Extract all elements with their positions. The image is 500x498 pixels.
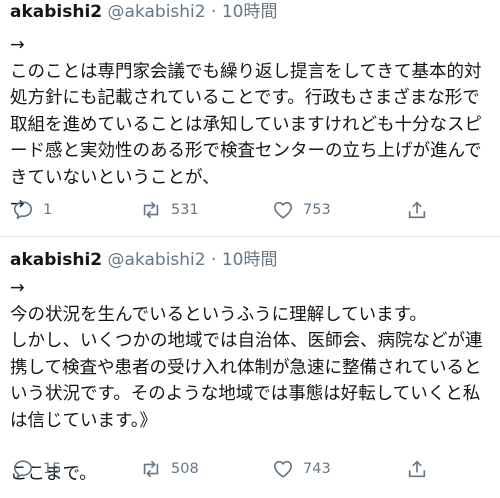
action-bar: 15 508 743 [0,458,500,482]
retweet-count: 508 [171,461,199,477]
action-bar: 1 531 753 [0,199,500,223]
retweet-arrows-icon [140,199,162,221]
timestamp[interactable]: 10時間 [222,2,278,22]
reply-count: 1 [43,202,53,218]
tweet[interactable]: akabishi2 @akabishi2 · 10時間 → このことは専門家会議… [0,0,500,236]
like-button[interactable]: 753 [272,199,331,221]
author-name[interactable]: akabishi2 [10,2,102,22]
reply-bubble-icon [12,458,34,480]
author-name[interactable]: akabishi2 [10,250,102,270]
tweet-text: → このことは専門家会議でも繰り返し提言をしてきて基本的対処方針にも記載されてい… [10,35,482,214]
share-upload-icon [406,458,428,480]
reply-count: 15 [43,461,62,477]
share-upload-icon [406,199,428,221]
tweet[interactable]: akabishi2 @akabishi2 · 10時間 → 今の状況を生んでいる… [0,237,500,498]
retweet-count: 531 [171,202,199,218]
separator-dot: · [211,250,217,270]
retweet-arrows-icon [140,458,162,480]
reply-button[interactable]: 15 [12,458,61,480]
author-handle[interactable]: @akabishi2 [108,2,206,22]
like-count: 743 [303,461,331,477]
share-button[interactable] [406,458,428,480]
separator-dot: · [211,2,217,22]
author-handle[interactable]: @akabishi2 [108,250,206,270]
share-button[interactable] [406,199,428,221]
like-button[interactable]: 743 [272,458,331,480]
reply-bubble-icon [12,199,34,221]
reply-button[interactable]: 1 [12,199,52,221]
heart-icon [272,199,294,221]
retweet-button[interactable]: 508 [140,458,199,480]
tweet-text: → 今の状況を生んでいるというふうに理解しています。 しかし、いくつかの地域では… [10,278,483,484]
tweet-header: akabishi2 @akabishi2 · 10時間 [10,248,277,272]
retweet-button[interactable]: 531 [140,199,199,221]
tweet-header: akabishi2 @akabishi2 · 10時間 [10,0,277,24]
heart-icon [272,458,294,480]
like-count: 753 [303,202,331,218]
timestamp[interactable]: 10時間 [222,250,278,270]
